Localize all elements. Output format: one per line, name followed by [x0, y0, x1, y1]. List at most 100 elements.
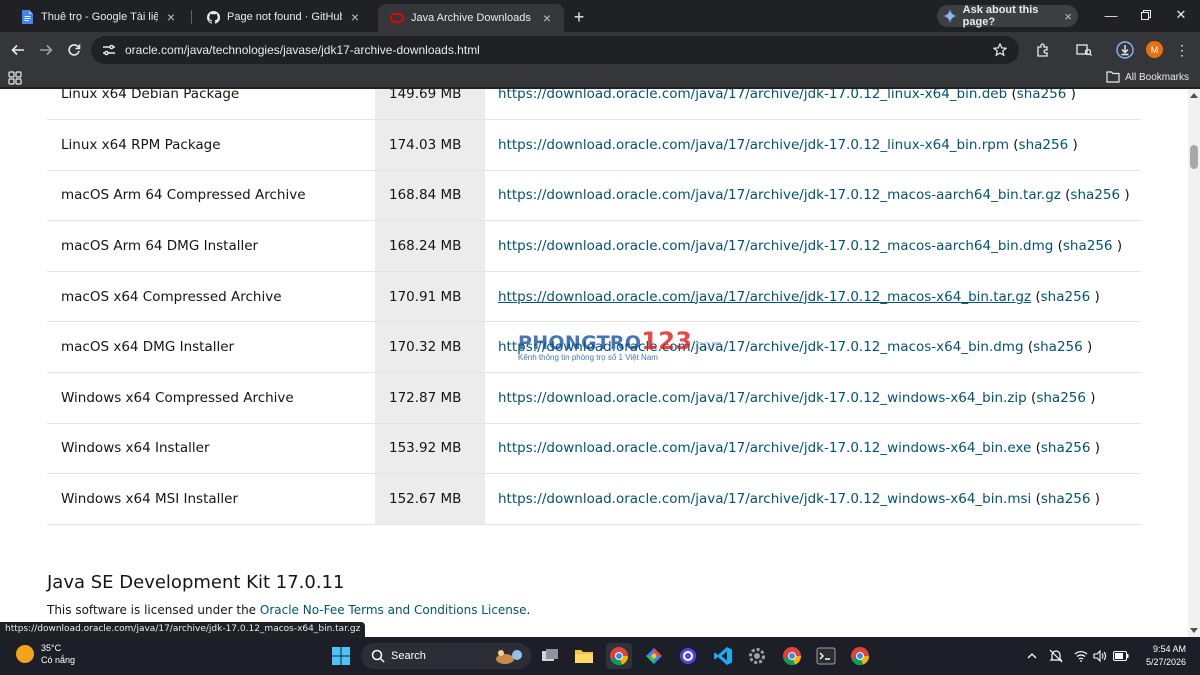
taskbar-search[interactable]: Search	[361, 643, 531, 669]
close-window-icon[interactable]: ✕	[1170, 4, 1192, 26]
license-suffix: .	[526, 603, 531, 617]
close-tab-icon[interactable]: ×	[348, 9, 362, 25]
all-bookmarks-button[interactable]: All Bookmarks	[1106, 71, 1189, 83]
vscode-icon[interactable]	[710, 643, 736, 669]
page-scrollbar[interactable]	[1188, 89, 1200, 637]
sha256-link[interactable]: sha256	[1017, 89, 1067, 102]
sha256-link[interactable]: sha256	[1063, 238, 1113, 254]
folder-icon	[1106, 71, 1120, 83]
product-cell: Linux x64 Debian Package	[47, 89, 375, 121]
scroll-up-icon[interactable]	[1190, 93, 1198, 98]
bookmark-star-icon[interactable]	[991, 41, 1009, 59]
profile-avatar[interactable]: M	[1146, 41, 1163, 58]
chrome-profile-2-icon[interactable]	[847, 643, 873, 669]
extensions-icon[interactable]	[1033, 40, 1053, 60]
search-icon	[371, 649, 385, 663]
url-text: oracle.com/java/technologies/javase/jdk1…	[125, 43, 480, 57]
file-size-cell: 153.92 MB	[375, 423, 485, 475]
close-tab-icon[interactable]: ×	[540, 10, 554, 26]
page-viewport: Linux x64 Debian Package 149.69 MB https:/…	[0, 89, 1188, 637]
address-bar[interactable]: oracle.com/java/technologies/javase/jdk1…	[91, 36, 1019, 64]
terminal-icon[interactable]	[813, 643, 839, 669]
site-settings-icon[interactable]	[99, 40, 119, 60]
watermark-tagline: Kênh thông tin phòng trọ số 1 Việt Nam	[518, 353, 658, 362]
restore-icon[interactable]	[1135, 4, 1157, 26]
download-link[interactable]: https://download.oracle.com/java/17/arch…	[498, 137, 1009, 153]
apps-grid-icon[interactable]	[8, 71, 22, 85]
download-cell: https://download.oracle.com/java/17/arch…	[485, 89, 1141, 121]
chevron-up-icon[interactable]	[1024, 648, 1040, 664]
paren-open: (	[1031, 491, 1041, 508]
sha256-link[interactable]: sha256	[1033, 339, 1083, 355]
weather-widget[interactable]: 35°C Có nắng	[16, 643, 75, 665]
product-cell: macOS x64 Compressed Archive	[47, 271, 375, 323]
paren-close: )	[1090, 440, 1101, 457]
chrome-icon[interactable]	[606, 643, 632, 669]
table-row: Linux x64 RPM Package 174.03 MB https://do…	[47, 119, 1141, 171]
sun-icon	[16, 645, 34, 663]
download-link[interactable]: https://download.oracle.com/java/17/arch…	[498, 491, 1031, 507]
paren-close: )	[1085, 389, 1096, 406]
paren-close: )	[1090, 491, 1101, 508]
forward-icon[interactable]	[35, 39, 57, 61]
tab-title: Page not found · GitHub · GitHub	[227, 11, 342, 23]
download-link[interactable]: https://download.oracle.com/java/17/arch…	[498, 390, 1027, 406]
license-link[interactable]: Oracle No-Fee Terms and Conditions Licen…	[260, 603, 527, 617]
product-cell: macOS Arm 64 DMG Installer	[47, 220, 375, 272]
product-cell: Windows x64 Compressed Archive	[47, 372, 375, 424]
gemini-spark-icon	[943, 8, 958, 24]
settings-gear-icon[interactable]	[744, 643, 770, 669]
ask-about-page-button[interactable]: Ask about this page? ×	[937, 4, 1078, 28]
reload-icon[interactable]	[63, 39, 85, 61]
product-cell: Windows x64 MSI Installer	[47, 473, 375, 525]
paren-open: (	[1031, 440, 1041, 457]
notifications-off-icon[interactable]	[1048, 648, 1064, 664]
download-icon[interactable]	[1115, 40, 1135, 60]
download-link[interactable]: https://download.oracle.com/java/17/arch…	[498, 289, 1031, 305]
scrollbar-thumb[interactable]	[1190, 145, 1198, 169]
chrome-profile-icon[interactable]	[779, 643, 805, 669]
app-colorful-icon[interactable]	[641, 643, 667, 669]
sha256-link[interactable]: sha256	[1041, 289, 1091, 305]
scroll-down-icon[interactable]	[1190, 628, 1198, 633]
sha256-link[interactable]: sha256	[1041, 440, 1091, 456]
volume-icon[interactable]	[1092, 648, 1108, 664]
file-size-cell: 174.03 MB	[375, 119, 485, 171]
download-link[interactable]: https://download.oracle.com/java/17/arch…	[498, 440, 1031, 456]
more-menu-icon[interactable]: ⋮	[1172, 40, 1192, 60]
sha256-link[interactable]: sha256	[1041, 491, 1091, 507]
paren-close: )	[1066, 89, 1076, 103]
minimize-icon[interactable]: —	[1100, 4, 1122, 26]
section-heading: Java SE Development Kit 17.0.11	[47, 572, 345, 593]
tab-title: Java Archive Downloads - Java SE 17	[411, 12, 534, 24]
tab-google-docs[interactable]: Thuê trọ - Google Tài liệu ×	[8, 4, 188, 30]
sha256-link[interactable]: sha256	[1070, 187, 1120, 203]
app-circle-icon[interactable]	[675, 643, 701, 669]
file-explorer-icon[interactable]	[571, 643, 597, 669]
file-size-cell: 170.91 MB	[375, 271, 485, 323]
taskbar-clock[interactable]: 9:54 AM 5/27/2026	[1146, 643, 1186, 669]
product-cell: macOS x64 DMG Installer	[47, 321, 375, 374]
sha256-link[interactable]: sha256	[1036, 390, 1086, 406]
download-link[interactable]: https://download.oracle.com/java/17/arch…	[498, 187, 1061, 203]
windows-start-icon[interactable]	[328, 643, 354, 669]
paren-open: (	[1060, 187, 1071, 204]
task-view-icon[interactable]	[537, 643, 563, 669]
tab-github[interactable]: Page not found · GitHub · GitHub ×	[194, 4, 372, 30]
sha256-link[interactable]: sha256	[1019, 137, 1069, 153]
back-icon[interactable]	[7, 39, 29, 61]
wifi-icon[interactable]	[1073, 648, 1089, 664]
table-row: Linux x64 Debian Package 149.69 MB https:/…	[47, 89, 1141, 121]
new-tab-icon[interactable]: +	[568, 6, 590, 28]
watermark-brand: PHONGTRO123.com	[518, 327, 723, 355]
paren-open: (	[1008, 136, 1019, 153]
download-link[interactable]: https://download.oracle.com/java/17/arch…	[498, 238, 1053, 254]
reading-list-icon[interactable]	[1074, 40, 1094, 60]
battery-icon[interactable]	[1113, 648, 1129, 664]
tab-java-archive[interactable]: Java Archive Downloads - Java SE 17 ×	[378, 4, 564, 32]
phongtro123-watermark: PHONGTRO123.com Kênh thông tin phòng trọ…	[518, 329, 723, 362]
close-icon[interactable]: ×	[1064, 9, 1072, 24]
close-tab-icon[interactable]: ×	[164, 9, 178, 25]
search-highlight-icon	[496, 650, 522, 664]
download-link[interactable]: https://download.oracle.com/java/17/arch…	[498, 89, 1007, 102]
